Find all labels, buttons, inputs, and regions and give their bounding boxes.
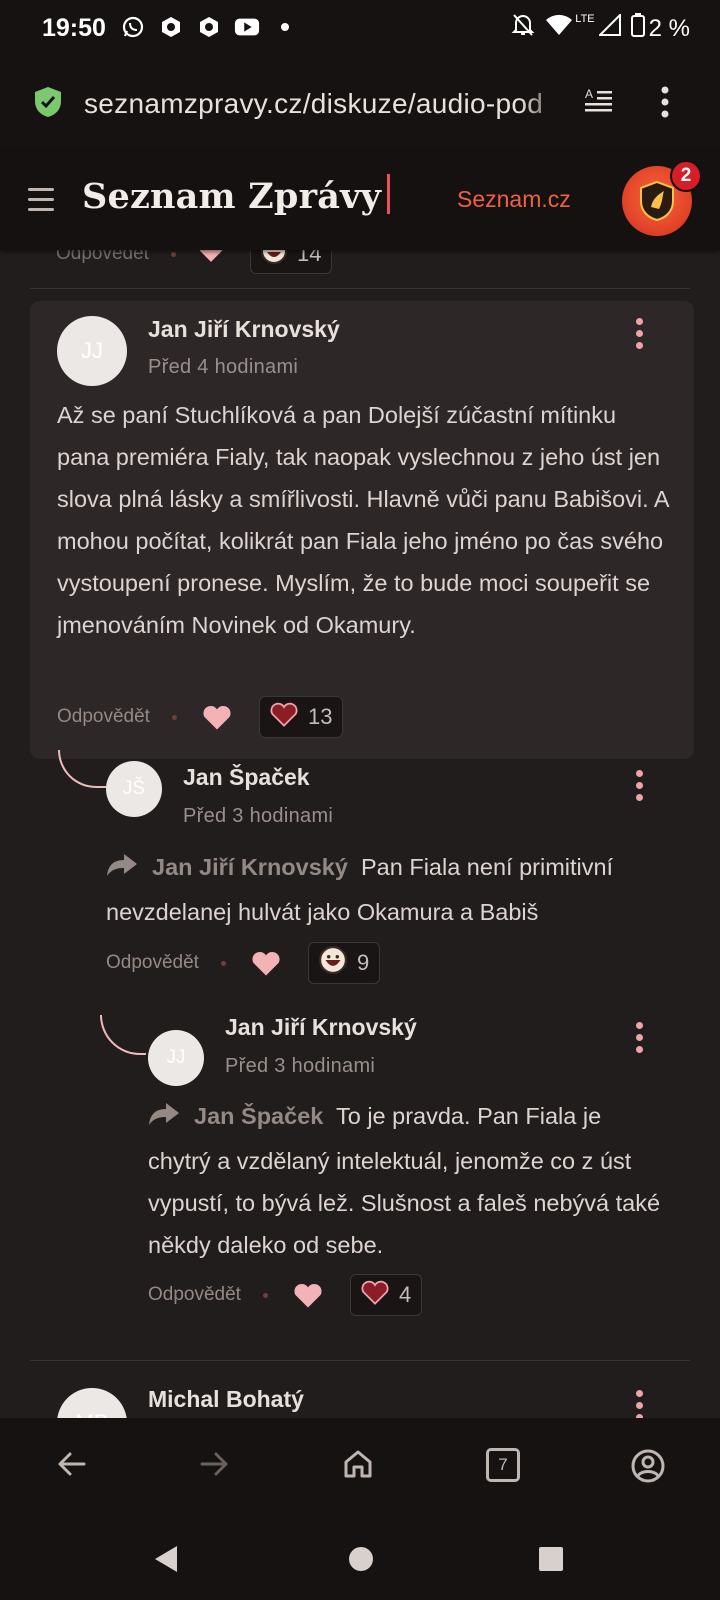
battery-level: 2 %: [648, 14, 690, 42]
url-fade: [520, 80, 570, 130]
browser-menu-icon[interactable]: [660, 86, 670, 123]
reaction-count: 14: [296, 250, 322, 266]
tabs-counter[interactable]: 7: [486, 1448, 520, 1482]
avatar: JŠ: [106, 761, 162, 817]
avatar: MB: [57, 1388, 127, 1418]
comment-actions: Odpovědět 4: [148, 1274, 423, 1316]
whatsapp-icon: [120, 14, 146, 40]
reaction-counter[interactable]: 13: [258, 696, 344, 738]
thread-line: [100, 1015, 146, 1055]
comment-menu-icon[interactable]: [636, 770, 644, 801]
network-type: LTE: [575, 12, 595, 25]
notification-badge: 2: [670, 160, 702, 192]
home-icon[interactable]: [342, 1448, 374, 1485]
heart-icon: [361, 1279, 389, 1311]
reply-button[interactable]: Odpovědět: [57, 706, 150, 728]
url-field[interactable]: seznamzpravy.cz/diskuze/audio-pod: [84, 88, 564, 120]
home-circle-icon[interactable]: [348, 1546, 374, 1577]
comment-time: Před 3 hodinami: [183, 805, 334, 827]
comment-author[interactable]: Jan Jiří Krnovský: [225, 1014, 417, 1041]
browser-url-bar: seznamzpravy.cz/diskuze/audio-pod A: [0, 58, 720, 152]
divider: [30, 1360, 690, 1361]
reaction-count: 9: [356, 950, 370, 975]
user-avatar-emblem-icon: [640, 180, 674, 222]
browser-toolbar: 7: [0, 1418, 720, 1518]
mute-icon: [511, 12, 535, 45]
like-heart-icon[interactable]: [198, 250, 224, 269]
reaction-counter[interactable]: 4: [349, 1274, 423, 1316]
reply-arrow-icon: [106, 849, 138, 891]
thread-line: [58, 750, 106, 788]
reply-to-author[interactable]: Jan Jiří Krnovský: [152, 854, 348, 880]
comment-author[interactable]: Jan Špaček: [183, 764, 310, 791]
reader-mode-icon[interactable]: A: [584, 86, 614, 121]
comment-author[interactable]: Jan Jiří Krnovský: [148, 316, 340, 343]
back-arrow-icon[interactable]: [56, 1448, 88, 1485]
comment-time: Před 3 hodinami: [225, 1055, 376, 1077]
discussion: Odpovědět 14 JJ Jan Jiří Krnovský Před 4…: [0, 250, 720, 1418]
reply-button[interactable]: Odpovědět: [148, 1284, 241, 1306]
like-heart-icon[interactable]: [292, 1279, 324, 1311]
seznam-link[interactable]: Seznam.cz: [457, 186, 571, 213]
system-nav-bar: [0, 1518, 720, 1600]
like-heart-icon[interactable]: [250, 947, 282, 979]
avatar: JJ: [57, 316, 127, 386]
status-bar: 19:50 LTE 2 %: [0, 0, 720, 58]
signal-icon: [597, 12, 621, 43]
site-logo[interactable]: Seznam Zprávy: [82, 174, 391, 217]
comment-menu-icon[interactable]: [636, 1022, 644, 1053]
account-icon[interactable]: [630, 1448, 666, 1489]
reply-button[interactable]: Odpovědět: [106, 952, 199, 974]
avatar: JJ: [148, 1030, 204, 1086]
notification-icons: [120, 14, 298, 40]
reply-to-author[interactable]: Jan Špaček: [194, 1103, 323, 1129]
previous-comment-actions: Odpovědět 14: [56, 250, 333, 274]
more-notifications-icon: [272, 14, 298, 40]
recents-square-icon[interactable]: [538, 1546, 564, 1577]
hamburger-menu-icon[interactable]: [28, 188, 54, 218]
app-notification-icon: [196, 14, 222, 40]
battery-icon: [630, 13, 645, 44]
heart-icon: [270, 701, 298, 733]
comment-actions: Odpovědět 13: [57, 696, 344, 738]
site-header: Seznam Zprávy Seznam.cz 2: [0, 152, 720, 250]
status-time: 19:50: [42, 14, 106, 42]
site-logo-text: Seznam Zprávy: [82, 176, 382, 217]
comment-author[interactable]: Michal Bohatý: [148, 1386, 304, 1413]
reply-button[interactable]: Odpovědět: [56, 250, 149, 265]
reply-arrow-icon: [148, 1098, 180, 1140]
comment-text: Jan Jiří Krnovský Pan Fiala není primiti…: [106, 846, 666, 933]
reaction-counter[interactable]: 14: [249, 250, 333, 274]
laughing-face-icon: [318, 946, 347, 980]
comment-time: Před 4 hodinami: [148, 356, 299, 378]
app-notification-icon: [158, 14, 184, 40]
comment-text: Až se paní Stuchlíková a pan Dolejší zúč…: [57, 402, 669, 638]
comment-menu-icon[interactable]: [636, 318, 644, 349]
like-heart-icon[interactable]: [201, 701, 233, 733]
comment-menu-icon[interactable]: [636, 1390, 644, 1418]
forward-arrow-icon[interactable]: [198, 1448, 230, 1485]
svg-text:A: A: [585, 87, 593, 101]
comment-text: Jan Špaček To je pravda. Pan Fiala je ch…: [148, 1095, 668, 1266]
back-triangle-icon[interactable]: [153, 1544, 179, 1579]
reaction-counter[interactable]: 9: [307, 942, 381, 984]
wifi-icon: [545, 14, 573, 43]
secure-shield-icon[interactable]: [34, 86, 62, 123]
laughing-face-icon: [260, 250, 287, 270]
reaction-count: 13: [307, 704, 333, 729]
youtube-icon: [234, 14, 260, 40]
reaction-count: 4: [398, 1282, 412, 1307]
divider: [30, 288, 690, 289]
comment-actions: Odpovědět 9: [106, 942, 381, 984]
